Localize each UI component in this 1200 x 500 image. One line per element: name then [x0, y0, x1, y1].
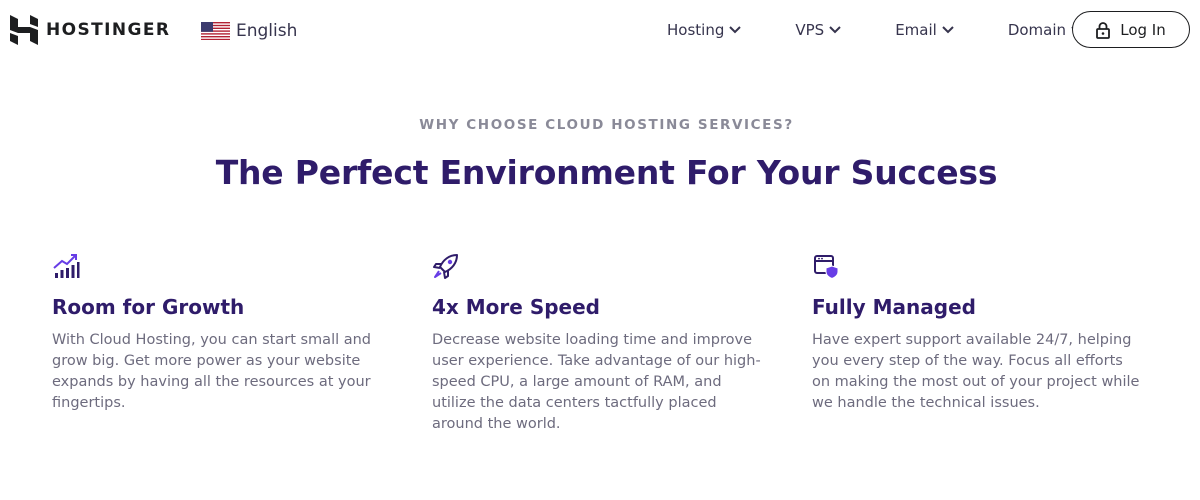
hostinger-logo[interactable]: HOSTINGER	[10, 15, 170, 45]
rocket-icon	[433, 254, 458, 279]
hostinger-logo-icon	[10, 15, 38, 45]
language-label: English	[236, 21, 298, 41]
feature-fully-managed: Fully Managed Have expert support availa…	[812, 252, 1152, 414]
chevron-down-icon	[829, 26, 841, 34]
nav-label: Hosting	[667, 21, 725, 39]
managed-shield-icon	[814, 255, 839, 280]
nav-vps[interactable]: VPS	[795, 21, 841, 39]
feature-title: 4x More Speed	[432, 295, 600, 319]
main-nav: Hosting VPS Email Domain	[640, 18, 1110, 42]
language-selector[interactable]: English	[201, 19, 297, 43]
section-title: The Perfect Environment For Your Success	[215, 153, 998, 192]
feature-title: Fully Managed	[812, 295, 976, 319]
feature-description: Have expert support available 24/7, help…	[812, 332, 1140, 411]
growth-chart-icon	[53, 254, 80, 278]
chevron-down-icon	[729, 26, 742, 34]
login-button[interactable]: Log In	[1072, 11, 1190, 48]
feature-room-for-growth: Room for Growth With Cloud Hosting, you …	[52, 252, 392, 414]
feature-description: With Cloud Hosting, you can start small …	[52, 332, 372, 411]
chevron-down-icon	[942, 26, 954, 34]
nav-label: VPS	[795, 21, 825, 39]
feature-title: Room for Growth	[52, 295, 245, 319]
nav-email[interactable]: Email	[895, 21, 954, 39]
logo-text: HOSTINGER	[46, 20, 171, 40]
login-label: Log In	[1120, 20, 1166, 39]
nav-label: Domain	[1007, 21, 1067, 39]
nav-label: Email	[895, 21, 937, 39]
site-header: HOSTINGER English Hosting VPS Email Doma…	[0, 0, 1200, 62]
feature-more-speed: 4x More Speed Decrease website loading t…	[432, 252, 772, 435]
lock-icon	[1096, 21, 1111, 39]
nav-hosting[interactable]: Hosting	[667, 21, 742, 39]
section-eyebrow: WHY CHOOSE CLOUD HOSTING SERVICES?	[419, 117, 794, 133]
feature-description: Decrease website loading time and improv…	[432, 332, 761, 432]
us-flag-icon	[201, 22, 230, 40]
